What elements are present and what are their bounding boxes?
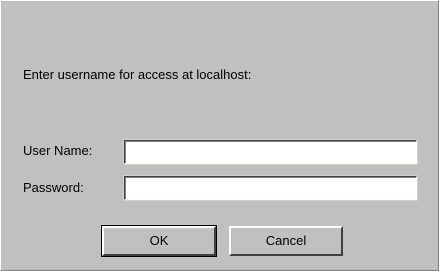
password-field[interactable] xyxy=(123,175,418,201)
username-label: User Name: xyxy=(23,143,93,158)
ok-button[interactable]: OK xyxy=(101,225,217,257)
login-dialog: Enter username for access at localhost: … xyxy=(0,0,439,271)
dialog-prompt: Enter username for access at localhost: xyxy=(23,67,252,82)
cancel-button[interactable]: Cancel xyxy=(229,226,343,256)
password-label: Password: xyxy=(23,180,84,195)
username-field[interactable] xyxy=(123,139,418,165)
